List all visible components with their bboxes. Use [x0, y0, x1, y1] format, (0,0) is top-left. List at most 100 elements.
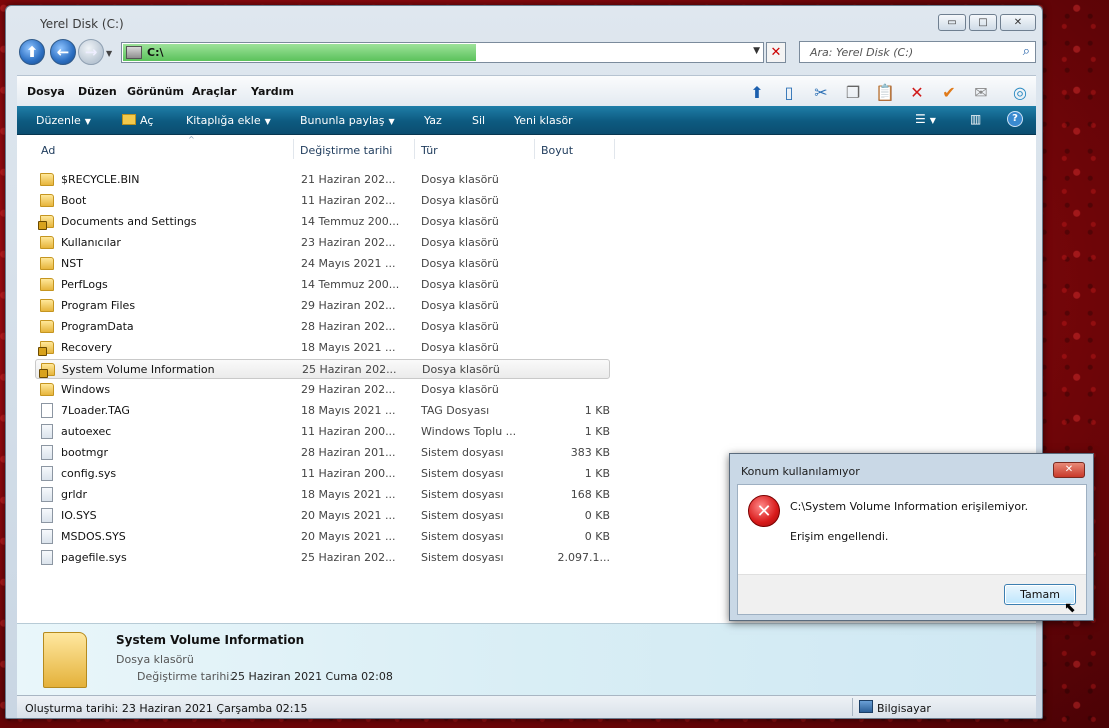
- menu-gorunum[interactable]: Görünüm: [127, 85, 184, 98]
- file-row[interactable]: config.sys 11 Haziran 200... Sistem dosyas…: [35, 464, 610, 484]
- minimize-button[interactable]: ▭: [938, 14, 966, 31]
- file-type: Dosya klasörü: [421, 194, 499, 207]
- help-icon[interactable]: ?: [1007, 111, 1023, 127]
- up-arrow-icon[interactable]: ⬆: [19, 39, 45, 65]
- burn-button[interactable]: Yaz: [424, 114, 442, 127]
- address-bar[interactable]: C:\ ▼: [121, 42, 764, 63]
- file-row[interactable]: PerfLogs 14 Temmuz 200... Dosya klasörü: [35, 275, 610, 295]
- file-date: 14 Temmuz 200...: [301, 278, 400, 291]
- stop-button[interactable]: ✕: [766, 42, 786, 63]
- search-input[interactable]: Ara: Yerel Disk (C:) ⌕: [799, 41, 1036, 63]
- delete-icon[interactable]: ✕: [906, 81, 928, 103]
- file-name: MSDOS.SYS: [61, 530, 126, 543]
- share-button[interactable]: Bununla paylaş ▼: [300, 114, 395, 127]
- check-icon[interactable]: ✔: [938, 81, 960, 103]
- menu-yardim[interactable]: Yardım: [251, 85, 294, 98]
- file-type: Windows Toplu ...: [421, 425, 517, 438]
- column-type[interactable]: Tür: [421, 144, 438, 157]
- menu-araclar[interactable]: Araçlar: [192, 85, 237, 98]
- file-row[interactable]: NST 24 Mayıs 2021 ... Dosya klasörü: [35, 254, 610, 274]
- file-date: 24 Mayıs 2021 ...: [301, 257, 396, 270]
- delete-button[interactable]: Sil: [472, 114, 485, 127]
- panel-icon[interactable]: ▯: [778, 81, 800, 103]
- address-dropdown-icon[interactable]: ▼: [753, 46, 760, 56]
- back-button[interactable]: ←: [50, 39, 76, 65]
- address-path: C:\: [147, 46, 164, 59]
- network-icon[interactable]: ◎: [1009, 81, 1031, 103]
- file-row[interactable]: IO.SYS 20 Mayıs 2021 ... Sistem dosyası 0 K…: [35, 506, 610, 526]
- column-date[interactable]: Değiştirme tarihi: [300, 144, 392, 157]
- system-file-icon: [41, 550, 53, 565]
- command-bar: Düzenle ▼ Aç Kitaplığa ekle ▼ Bununla payl…: [17, 106, 1036, 135]
- file-row[interactable]: bootmgr 28 Haziran 201... Sistem dosyası 38…: [35, 443, 610, 463]
- file-row[interactable]: MSDOS.SYS 20 Mayıs 2021 ... Sistem dosyası…: [35, 527, 610, 547]
- details-name: System Volume Information: [116, 633, 305, 647]
- folder-icon: [40, 194, 54, 207]
- maximize-button[interactable]: □: [969, 14, 997, 31]
- mail-icon[interactable]: ✉: [970, 81, 992, 103]
- dialog-footer: Tamam: [738, 574, 1086, 614]
- file-row[interactable]: Recovery 18 Mayıs 2021 ... Dosya klasörü: [35, 338, 610, 358]
- file-row[interactable]: Boot 11 Haziran 202... Dosya klasörü: [35, 191, 610, 211]
- column-separator[interactable]: [293, 139, 294, 159]
- file-name: Program Files: [61, 299, 136, 312]
- open-button[interactable]: Aç: [122, 114, 153, 127]
- organize-button[interactable]: Düzenle ▼: [36, 114, 91, 127]
- sort-caret-icon: ^: [188, 135, 195, 144]
- dialog-close-button[interactable]: ✕: [1053, 462, 1085, 478]
- file-name: PerfLogs: [61, 278, 108, 291]
- preview-pane-icon[interactable]: ▥: [970, 112, 981, 126]
- file-size: 383 KB: [570, 446, 610, 459]
- file-type: Dosya klasörü: [421, 383, 499, 396]
- column-separator[interactable]: [614, 139, 615, 159]
- up-icon[interactable]: ⬆: [746, 81, 768, 103]
- file-date: 28 Haziran 202...: [301, 320, 396, 333]
- column-name[interactable]: Ad: [41, 144, 55, 157]
- column-separator[interactable]: [414, 139, 415, 159]
- file-row[interactable]: $RECYCLE.BIN 21 Haziran 202... Dosya klasö…: [35, 170, 610, 190]
- system-file-icon: [41, 424, 53, 439]
- column-size[interactable]: Boyut: [541, 144, 573, 157]
- file-row[interactable]: grldr 18 Mayıs 2021 ... Sistem dosyası 168 …: [35, 485, 610, 505]
- cut-icon[interactable]: ✂: [810, 81, 832, 103]
- file-name: $RECYCLE.BIN: [61, 173, 140, 186]
- file-row[interactable]: 7Loader.TAG 18 Mayıs 2021 ... TAG Dosyası 1…: [35, 401, 610, 421]
- file-row[interactable]: Documents and Settings 14 Temmuz 200... Do…: [35, 212, 610, 232]
- library-button[interactable]: Kitaplığa ekle ▼: [186, 114, 271, 127]
- history-dropdown-icon[interactable]: ▼: [106, 49, 112, 58]
- close-button[interactable]: ✕: [1000, 14, 1036, 31]
- file-date: 29 Haziran 202...: [301, 383, 396, 396]
- file-row[interactable]: Kullanıcılar 23 Haziran 202... Dosya klasö…: [35, 233, 610, 253]
- dialog-detail: Erişim engellendi.: [790, 530, 889, 543]
- file-name: pagefile.sys: [61, 551, 127, 564]
- file-row[interactable]: ProgramData 28 Haziran 202... Dosya klasör…: [35, 317, 610, 337]
- file-row[interactable]: Windows 29 Haziran 202... Dosya klasörü: [35, 380, 610, 400]
- forward-button[interactable]: →: [78, 39, 104, 65]
- file-name: grldr: [61, 488, 88, 501]
- file-size: 1 KB: [584, 467, 610, 480]
- new-folder-button[interactable]: Yeni klasör: [514, 114, 573, 127]
- system-file-icon: [41, 508, 53, 523]
- file-icon: [41, 403, 53, 418]
- file-row[interactable]: pagefile.sys 25 Haziran 202... Sistem dosy…: [35, 548, 610, 568]
- file-row[interactable]: Program Files 29 Haziran 202... Dosya klas…: [35, 296, 610, 316]
- menu-dosya[interactable]: Dosya: [27, 85, 65, 98]
- search-icon[interactable]: ⌕: [1023, 44, 1030, 59]
- copy-icon[interactable]: ❐: [842, 81, 864, 103]
- file-type: Dosya klasörü: [421, 236, 499, 249]
- column-separator[interactable]: [534, 139, 535, 159]
- folder-icon: [40, 299, 54, 312]
- file-row[interactable]: System Volume Information 25 Haziran 202.…: [35, 359, 610, 379]
- file-type: Sistem dosyası: [421, 488, 504, 501]
- window-controls: ▭ □ ✕: [938, 14, 1036, 31]
- views-icon[interactable]: ☰ ▼: [915, 112, 936, 126]
- details-pane: System Volume Information Dosya klasörü …: [17, 623, 1036, 695]
- folder-icon: [40, 320, 54, 333]
- share-label: Bununla paylaş: [300, 114, 385, 127]
- menu-duzen[interactable]: Düzen: [78, 85, 117, 98]
- file-type: Dosya klasörü: [421, 341, 499, 354]
- menu-bar: Dosya Düzen Görünüm Araçlar Yardım ⬆ ▯ ✂…: [17, 75, 1036, 106]
- file-row[interactable]: autoexec 11 Haziran 200... Windows Toplu .…: [35, 422, 610, 442]
- paste-icon[interactable]: 📋: [874, 81, 896, 103]
- file-date: 21 Haziran 202...: [301, 173, 396, 186]
